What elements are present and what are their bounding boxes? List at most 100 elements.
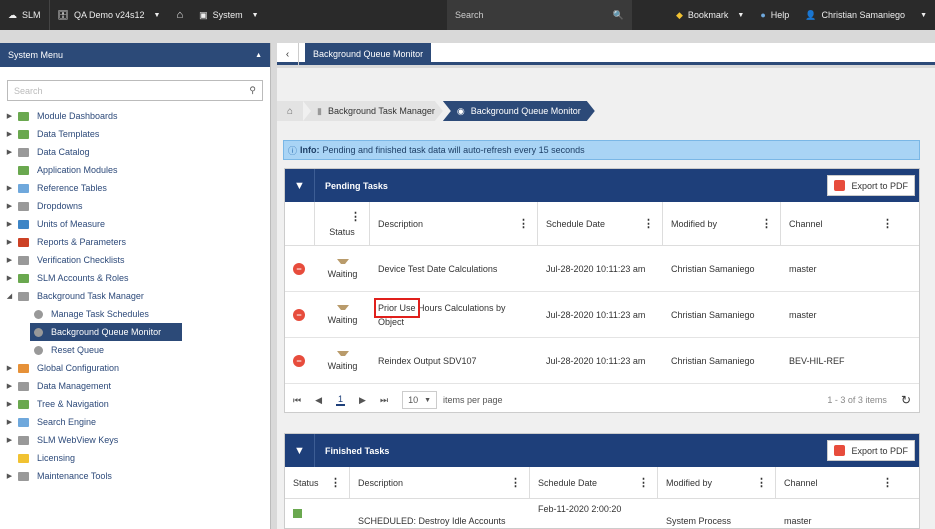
tab-background-queue-monitor[interactable]: Background Queue Monitor [305, 43, 432, 65]
sidebar-item-maintenance-tools[interactable]: ▶ Maintenance Tools [5, 467, 270, 485]
column-menu-icon[interactable]: ⋮ [756, 476, 767, 489]
column-label: Status [293, 477, 319, 488]
column-status[interactable]: Status ⋮ [285, 467, 350, 498]
global-search-input[interactable]: Search 🔍 [447, 0, 632, 30]
column-status[interactable]: ⋮ Status [315, 202, 370, 245]
sidebar-item-background-task-manager[interactable]: ◢ Background Task Manager [5, 287, 270, 305]
help-button[interactable]: ● Help [752, 0, 797, 30]
remove-task-icon[interactable]: − [293, 308, 305, 321]
table-row[interactable]: − Waiting Prior Use Hours Calculations b… [285, 292, 919, 338]
sidebar-item-manage-task-schedules[interactable]: Manage Task Schedules [5, 305, 270, 323]
column-channel[interactable]: Channel ⋮ [776, 467, 901, 498]
sidebar-item-reports-parameters[interactable]: ▶ Reports & Parameters [5, 233, 270, 251]
sidebar-item-data-templates[interactable]: ▶ Data Templates [5, 125, 270, 143]
sidebar-item-label: Module Dashboards [37, 111, 118, 121]
expand-arrow-icon[interactable]: ▶ [5, 382, 14, 390]
sidebar-item-licensing[interactable]: Licensing [5, 449, 270, 467]
breadcrumb-background-task-manager[interactable]: ▮ Background Task Manager [303, 101, 443, 121]
sidebar-item-units-of-measure[interactable]: ▶ Units of Measure [5, 215, 270, 233]
column-menu-icon[interactable]: ⋮ [350, 210, 361, 223]
prev-page-icon[interactable]: ◀ [315, 395, 322, 406]
sidebar-item-verification-checklists[interactable]: ▶ Verification Checklists [5, 251, 270, 269]
home-button[interactable]: ⌂ [168, 0, 191, 30]
expand-arrow-icon[interactable]: ▶ [5, 112, 14, 120]
sidebar-item-slm-accounts-roles[interactable]: ▶ SLM Accounts & Roles [5, 269, 270, 287]
sidebar-item-tree-navigation[interactable]: ▶ Tree & Navigation [5, 395, 270, 413]
sidebar-item-module-dashboards[interactable]: ▶ Module Dashboards [5, 107, 270, 125]
column-menu-icon[interactable]: ⋮ [638, 476, 649, 489]
next-page-icon[interactable]: ▶ [359, 395, 366, 406]
column-menu-icon[interactable]: ⋮ [882, 476, 893, 489]
remove-task-icon[interactable]: − [293, 354, 305, 367]
remove-task-icon[interactable]: − [293, 262, 305, 275]
search-icon[interactable]: 🔍 [613, 10, 624, 21]
expand-arrow-icon[interactable]: ◢ [5, 292, 14, 300]
export-pdf-button[interactable]: Export to PDF [827, 175, 915, 196]
expand-arrow-icon[interactable]: ▶ [5, 364, 14, 372]
column-modified-by[interactable]: Modified by ⋮ [658, 467, 776, 498]
expand-arrow-icon[interactable]: ▶ [5, 256, 14, 264]
page-size-select[interactable]: 10 ▼ [402, 391, 438, 409]
sidebar-item-slm-webview-keys[interactable]: ▶ SLM WebView Keys [5, 431, 270, 449]
column-menu-icon[interactable]: ⋮ [643, 217, 654, 230]
expand-arrow-icon[interactable]: ▶ [5, 472, 14, 480]
sidebar-item-reference-tables[interactable]: ▶ Reference Tables [5, 179, 270, 197]
database-selector[interactable]: 🗄 QA Demo v24s12 ▼ [50, 0, 169, 30]
expand-arrow-icon[interactable]: ▶ [5, 400, 14, 408]
collapse-up-icon[interactable]: ▲ [255, 52, 262, 59]
expand-arrow-icon[interactable]: ▶ [5, 220, 14, 228]
modified-by-cell: System Process [666, 516, 732, 526]
sidebar-item-label: Data Management [37, 381, 112, 391]
column-menu-icon[interactable]: ⋮ [518, 217, 529, 230]
expand-arrow-icon[interactable]: ▶ [5, 148, 14, 156]
column-description[interactable]: Description ⋮ [370, 202, 538, 245]
breadcrumb: ⌂ ▮ Background Task Manager ◉ Background… [277, 101, 595, 121]
sidebar-item-search-engine[interactable]: ▶ Search Engine [5, 413, 270, 431]
column-channel[interactable]: Channel ⋮ [781, 202, 901, 245]
first-page-icon[interactable]: ⏮ [293, 395, 301, 406]
refresh-icon[interactable]: ↻ [901, 393, 911, 407]
expand-arrow-icon[interactable]: ▶ [5, 418, 14, 426]
export-pdf-button[interactable]: Export to PDF [827, 440, 915, 461]
column-menu-icon[interactable]: ⋮ [761, 217, 772, 230]
breadcrumb-home[interactable]: ⌂ [277, 101, 303, 121]
app-home-link[interactable]: ☁ SLM [0, 0, 49, 30]
filter-button[interactable]: ▼ [285, 169, 315, 202]
expand-arrow-icon[interactable]: ▶ [5, 436, 14, 444]
column-menu-icon[interactable]: ⋮ [510, 476, 521, 489]
column-description[interactable]: Description ⋮ [350, 467, 530, 498]
expand-arrow-icon[interactable]: ▶ [5, 130, 14, 138]
sidebar-item-global-configuration[interactable]: ▶ Global Configuration [5, 359, 270, 377]
filter-button[interactable]: ▼ [285, 434, 315, 467]
search-icon[interactable]: ⚲ [249, 85, 256, 96]
page-number[interactable]: 1 [336, 394, 346, 406]
sidebar-item-data-catalog[interactable]: ▶ Data Catalog [5, 143, 270, 161]
column-schedule-date[interactable]: Schedule Date ⋮ [538, 202, 663, 245]
sidebar-item-dropdowns[interactable]: ▶ Dropdowns [5, 197, 270, 215]
system-menu-dropdown[interactable]: ▣ System ▼ [191, 0, 266, 30]
collapse-sidebar-button[interactable]: ‹ [277, 43, 299, 65]
sidebar-item-reset-queue[interactable]: Reset Queue [5, 341, 270, 359]
column-menu-icon[interactable]: ⋮ [330, 476, 341, 489]
column-modified-by[interactable]: Modified by ⋮ [663, 202, 781, 245]
sidebar-search-input[interactable]: Search ⚲ [7, 80, 263, 101]
sidebar-item-application-modules[interactable]: Application Modules [5, 161, 270, 179]
column-schedule-date[interactable]: Schedule Date ⋮ [530, 467, 658, 498]
expand-arrow-icon[interactable]: ▶ [5, 184, 14, 192]
table-row[interactable]: − Waiting Device Test Date Calculations … [285, 246, 919, 292]
last-page-icon[interactable]: ⏭ [380, 395, 388, 406]
expand-arrow-icon[interactable]: ▶ [5, 238, 14, 246]
expand-arrow-icon[interactable]: ▶ [5, 274, 14, 282]
home-icon: ⌂ [286, 105, 294, 117]
table-row[interactable]: − Waiting Reindex Output SDV107 Jul-28-2… [285, 338, 919, 384]
column-label: Description [358, 477, 404, 488]
sidebar-item-background-queue-monitor[interactable]: Background Queue Monitor [30, 323, 182, 341]
bookmark-dropdown[interactable]: ◆ Bookmark ▼ [668, 0, 752, 30]
sidebar-item-data-management[interactable]: ▶ Data Management [5, 377, 270, 395]
table-row[interactable]: SCHEDULED: Destroy Idle Accounts Feb-11-… [285, 499, 919, 528]
breadcrumb-background-queue-monitor[interactable]: ◉ Background Queue Monitor [443, 101, 595, 121]
user-menu[interactable]: 👤 Christian Samaniego ▼ [797, 0, 935, 30]
column-menu-icon[interactable]: ⋮ [882, 217, 893, 230]
schedule-date-cell: Jul-28-2020 10:11:23 am [546, 355, 646, 366]
expand-arrow-icon[interactable]: ▶ [5, 202, 14, 210]
